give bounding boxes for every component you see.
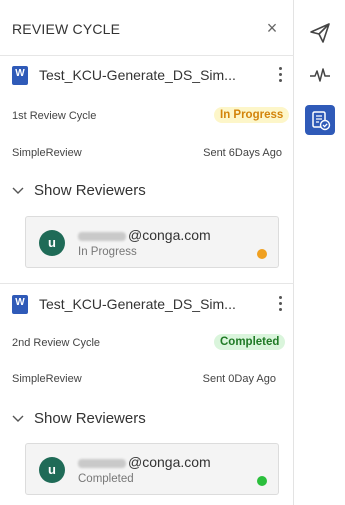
word-document-icon: W — [12, 295, 28, 314]
show-reviewers-toggle[interactable]: Show Reviewers — [12, 410, 146, 427]
review-cycle-card: W Test_KCU-Generate_DS_Sim... 1st Review… — [0, 57, 294, 284]
sent-time: Sent 0Day Ago — [202, 373, 276, 385]
reviewer-status: In Progress — [78, 246, 137, 258]
chevron-down-icon — [12, 412, 24, 426]
redacted-name — [78, 458, 126, 468]
review-check-icon[interactable] — [305, 105, 335, 135]
word-icon-letter: W — [15, 68, 25, 79]
word-document-icon: W — [12, 66, 28, 85]
document-name: Test_KCU-Generate_DS_Sim... — [39, 296, 236, 312]
email-domain: @conga.com — [128, 454, 211, 470]
review-type: SimpleReview — [12, 373, 82, 385]
email-domain: @conga.com — [128, 227, 211, 243]
review-cycle-window: REVIEW CYCLE × W Test_KCU-Generate_DS_Si… — [0, 0, 345, 505]
status-badge: In Progress — [214, 107, 290, 123]
document-row[interactable]: W Test_KCU-Generate_DS_Sim... — [12, 292, 287, 316]
reviewer-status: Completed — [78, 473, 134, 485]
avatar: u — [39, 457, 65, 483]
document-name: Test_KCU-Generate_DS_Sim... — [39, 67, 236, 83]
cycle-label: 1st Review Cycle — [12, 110, 97, 122]
panel-title: REVIEW CYCLE — [12, 21, 121, 37]
review-cycle-panel: REVIEW CYCLE × W Test_KCU-Generate_DS_Si… — [0, 0, 294, 505]
reviewer-item[interactable]: u @conga.com Completed — [25, 443, 279, 495]
show-reviewers-label: Show Reviewers — [34, 182, 146, 199]
status-dot — [257, 476, 267, 486]
cycle-label: 2nd Review Cycle — [12, 337, 101, 349]
show-reviewers-toggle[interactable]: Show Reviewers — [12, 182, 146, 199]
status-badge: Completed — [214, 334, 286, 350]
review-cycle-card: W Test_KCU-Generate_DS_Sim... 2nd Review… — [0, 286, 294, 505]
document-row[interactable]: W Test_KCU-Generate_DS_Sim... — [12, 63, 287, 87]
close-button[interactable]: × — [262, 18, 282, 38]
reviewer-email: @conga.com — [78, 454, 211, 470]
more-options-icon[interactable] — [274, 65, 286, 85]
side-icon-rail — [295, 0, 345, 505]
send-icon[interactable] — [305, 18, 335, 48]
sent-time: Sent 6Days Ago — [203, 147, 282, 159]
avatar: u — [39, 230, 65, 256]
show-reviewers-label: Show Reviewers — [34, 410, 146, 427]
review-type: SimpleReview — [12, 147, 82, 159]
chevron-down-icon — [12, 184, 24, 198]
word-icon-letter: W — [15, 297, 25, 308]
panel-header: REVIEW CYCLE × — [0, 0, 294, 56]
more-options-icon[interactable] — [274, 294, 286, 314]
reviewer-email: @conga.com — [78, 227, 211, 243]
status-dot — [257, 249, 267, 259]
reviewer-item[interactable]: u @conga.com In Progress — [25, 216, 279, 268]
activity-icon[interactable] — [305, 60, 335, 90]
redacted-name — [78, 231, 126, 241]
